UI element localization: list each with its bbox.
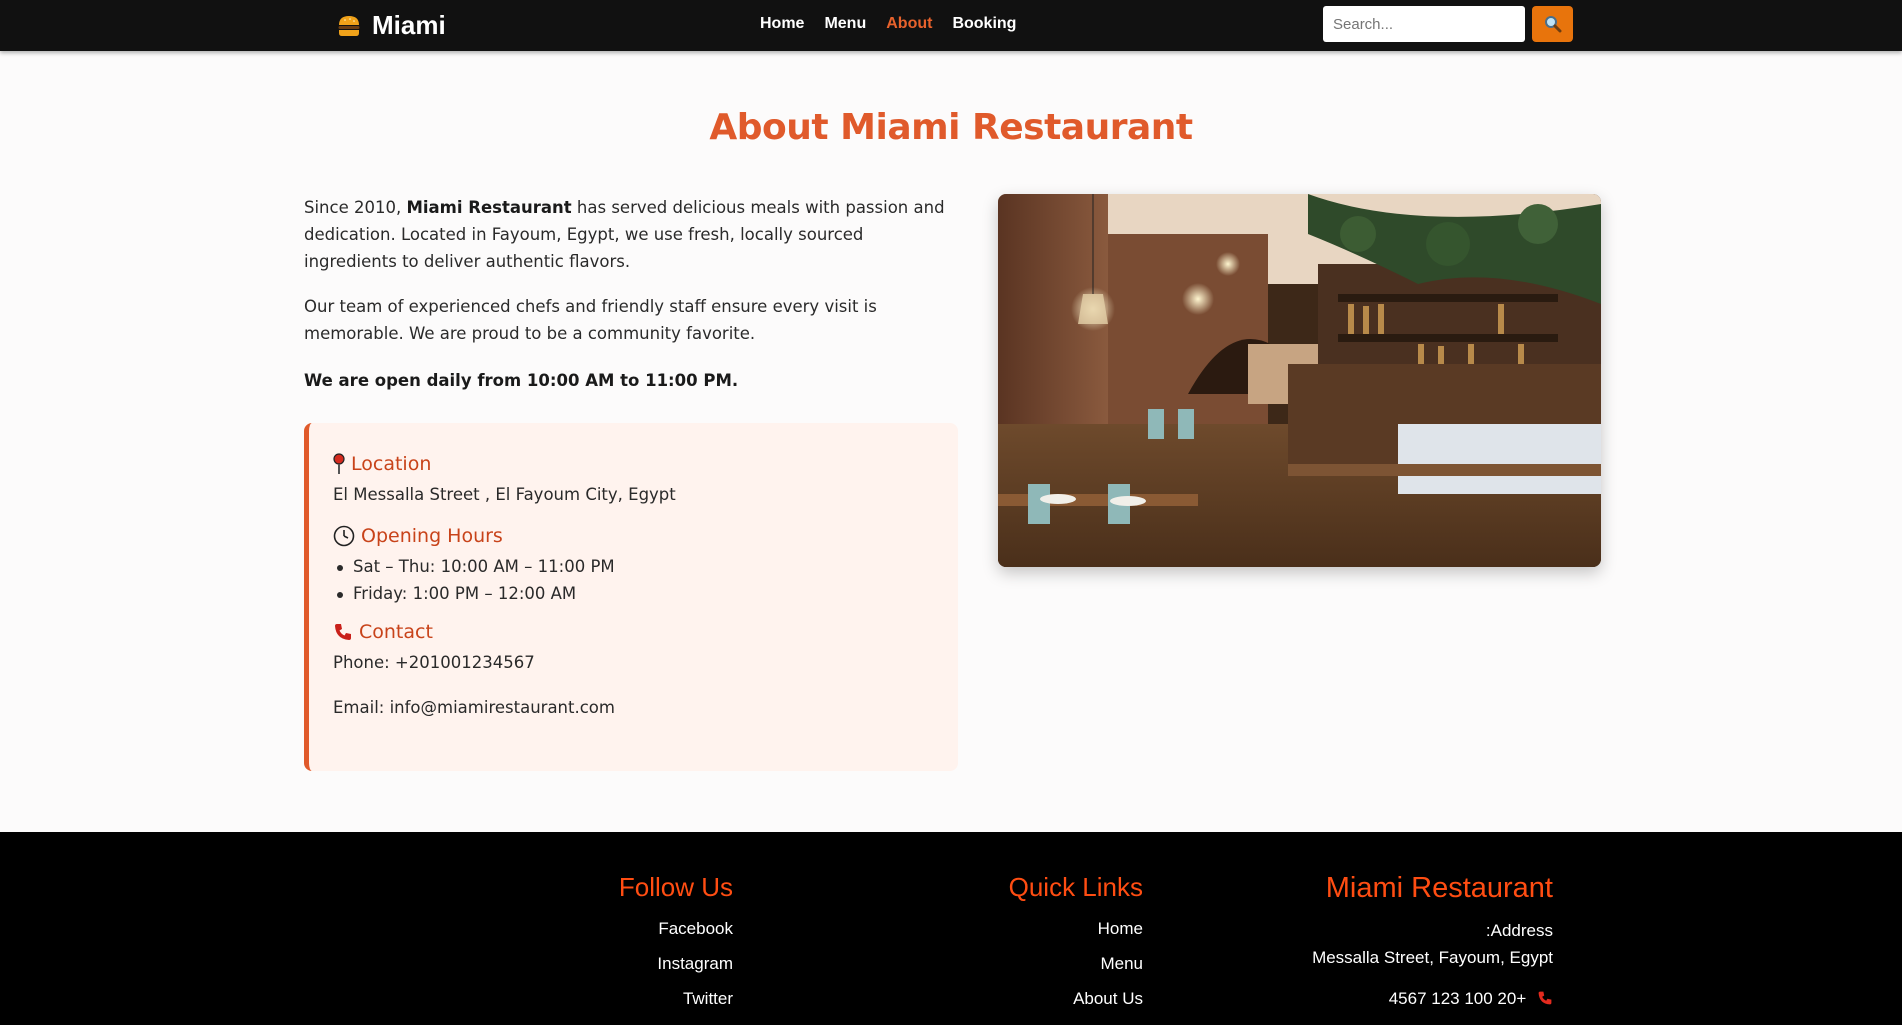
open-hours-statement: We are open daily from 10:00 AM to 11:00… [304,371,739,390]
restaurant-heading: Miami Restaurant [1325,872,1553,904]
phone-icon [333,622,353,642]
footer-follow-column: Follow Us Facebook Instagram Twitter [560,872,733,1024]
nav-link-home[interactable]: Home [760,15,804,33]
navbar: Miami Home Menu About Booking [0,0,1902,51]
intro-paragraph-2: Our team of experienced chefs and friend… [304,297,877,343]
nav-link-menu[interactable]: Menu [824,15,866,33]
restaurant-name-bold: Miami Restaurant [406,198,572,217]
page-title: About Miami Restaurant [709,107,1193,148]
search-button[interactable] [1532,6,1573,42]
nav-link-booking[interactable]: Booking [952,15,1016,33]
info-box: Location El Messalla Street , El Fayoum … [304,423,958,771]
hours-item: Sat – Thu: 10:00 AM – 11:00 PM [337,553,958,580]
footer-phone: 4567 123 100 20+ [1250,985,1553,1012]
brand-name: Miami [372,10,446,40]
footer-link-menu[interactable]: Menu [960,954,1143,974]
footer-link-twitter[interactable]: Twitter [560,989,733,1009]
footer-link-instagram[interactable]: Instagram [560,954,733,974]
hours-list: Sat – Thu: 10:00 AM – 11:00 PM Friday: 1… [337,553,958,607]
email-text: Email: info@miamirestaurant.com [333,698,615,717]
nav-link-about[interactable]: About [886,15,932,33]
search-icon [1544,16,1561,33]
intro-text-start: Since 2010, [304,198,407,217]
footer-quicklinks-column: Quick Links Home Menu About Us [960,872,1143,1024]
brand-logo[interactable]: Miami [336,10,446,41]
restaurant-interior-photo [998,194,1601,567]
phone-icon [1538,991,1552,1005]
footer-phone-text: 4567 123 100 20+ [1388,989,1527,1008]
pin-icon [333,453,345,475]
intro-paragraph-1: Since 2010, Miami Restaurant has served … [304,194,954,275]
search-input[interactable] [1323,6,1525,42]
clock-icon [333,525,355,547]
address-text: Messalla Street, Fayoum, Egypt [1312,948,1553,967]
location-text: El Messalla Street , El Fayoum City, Egy… [333,485,676,504]
burger-icon [338,15,360,36]
location-heading: Location [333,453,958,475]
contact-heading-text: Contact [359,621,433,643]
nav-links: Home Menu About Booking [760,15,1036,33]
footer-link-about[interactable]: About Us [960,989,1143,1009]
follow-heading: Follow Us [618,872,733,902]
footer: Follow Us Facebook Instagram Twitter Qui… [0,832,1902,1025]
footer-link-home[interactable]: Home [960,919,1143,939]
contact-heading: Contact [333,621,958,643]
address-label: :Address [1485,921,1553,940]
hours-item: Friday: 1:00 PM – 12:00 AM [337,580,958,607]
quick-links-heading: Quick Links [1008,872,1143,902]
about-intro: Since 2010, Miami Restaurant has served … [304,194,954,412]
hours-heading: Opening Hours [333,525,958,547]
hours-heading-text: Opening Hours [361,525,503,547]
phone-text: Phone: +201001234567 [333,653,535,672]
location-heading-text: Location [351,453,432,475]
footer-link-facebook[interactable]: Facebook [560,919,733,939]
footer-restaurant-column: Miami Restaurant :Address Messalla Stree… [1250,872,1553,1012]
